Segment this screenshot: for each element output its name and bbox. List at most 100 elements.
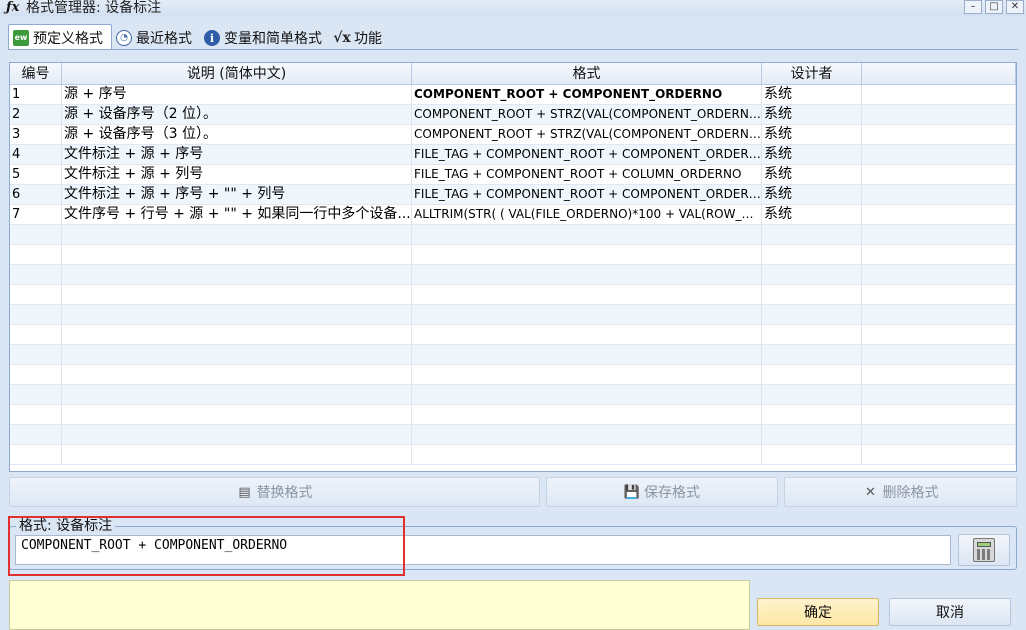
empty-cell — [412, 425, 762, 444]
table-row[interactable]: 2源 + 设备序号（2 位）。 COMPONENT_ROOT + STRZ(VAL… — [10, 105, 1016, 125]
empty-cell — [62, 285, 412, 304]
column-header-number[interactable]: 编号 — [10, 63, 62, 84]
window-controls: – □ ✕ — [964, 0, 1024, 14]
empty-cell — [762, 445, 862, 464]
empty-row — [10, 225, 1016, 245]
title-bar: ƒx 格式管理器: 设备标注 – □ ✕ — [0, 0, 1026, 16]
table-row[interactable]: 1源 + 序号 COMPONENT_ROOT + COMPONENT_ORDERN… — [10, 85, 1016, 105]
column-header-filler — [862, 63, 1016, 84]
empty-cell — [412, 265, 762, 284]
replace-format-button[interactable]: ▤ 替换格式 — [9, 477, 540, 507]
empty-cell — [10, 285, 62, 304]
tab-predefined[interactable]: ew 预定义格式 — [8, 24, 112, 50]
cell-description: 文件标注 + 源 + 序号 + "" + 列号 — [62, 185, 412, 204]
empty-cell — [62, 405, 412, 424]
table-row[interactable]: 7 文件序号 + 行号 + 源 + "" + 如果同一行中多个设备... ALLTR… — [10, 205, 1016, 225]
replace-icon: ▤ — [238, 484, 251, 500]
cell-number: 4 — [10, 145, 62, 164]
empty-cell — [10, 365, 62, 384]
empty-cell — [412, 245, 762, 264]
close-button[interactable]: ✕ — [1006, 0, 1024, 14]
cell-number: 7 — [10, 205, 62, 224]
empty-row — [10, 265, 1016, 285]
column-header-designer[interactable]: 设计者 — [762, 63, 862, 84]
empty-cell — [412, 325, 762, 344]
empty-cell — [62, 245, 412, 264]
empty-row — [10, 305, 1016, 325]
tab-label: 变量和简单格式 — [224, 31, 322, 47]
delete-format-label: 删除格式 — [882, 485, 939, 501]
empty-cell — [62, 325, 412, 344]
empty-row — [10, 365, 1016, 385]
format-grid[interactable]: 编号 说明 (简体中文) 格式 设计者 1源 + 序号 COMPONENT_ROO… — [9, 62, 1017, 472]
cell-format: FILE_TAG + COMPONENT_ROOT + COLUMN_ORDER… — [412, 165, 762, 184]
cell-description: 源 + 设备序号（3 位）。 — [62, 125, 412, 144]
tab-recent[interactable]: ◔ 最近格式 — [112, 26, 200, 50]
empty-cell — [412, 405, 762, 424]
empty-cell — [862, 225, 1016, 244]
maximize-button[interactable]: □ — [985, 0, 1003, 14]
empty-cell — [62, 445, 412, 464]
table-row[interactable]: 4 文件标注 + 源 + 序号 FILE_TAG + COMPONENT_ROOT … — [10, 145, 1016, 165]
empty-cell — [862, 405, 1016, 424]
empty-cell — [62, 345, 412, 364]
cell-filler — [862, 105, 1016, 124]
empty-cell — [862, 245, 1016, 264]
empty-row — [10, 445, 1016, 465]
cell-format: ALLTRIM(STR( ( VAL(FILE_ORDERNO)*100 + V… — [412, 205, 762, 224]
empty-cell — [412, 225, 762, 244]
table-row[interactable]: 3源 + 设备序号（3 位）。 COMPONENT_ROOT + STRZ(VAL… — [10, 125, 1016, 145]
cell-filler — [862, 205, 1016, 224]
tab-label: 最近格式 — [136, 31, 192, 47]
column-header-description[interactable]: 说明 (简体中文) — [62, 63, 412, 84]
empty-cell — [62, 425, 412, 444]
tab-variables[interactable]: i 变量和简单格式 — [200, 26, 330, 50]
save-format-button[interactable]: 💾 保存格式 — [546, 477, 778, 507]
delete-format-button[interactable]: ✕ 删除格式 — [784, 477, 1017, 507]
empty-cell — [62, 265, 412, 284]
cell-format: COMPONENT_ROOT + STRZ(VAL(COMPONENT_ORDE… — [412, 105, 762, 124]
minimize-button[interactable]: – — [964, 0, 982, 14]
column-header-format[interactable]: 格式 — [412, 63, 762, 84]
empty-cell — [762, 385, 862, 404]
table-row[interactable]: 5 文件标注 + 源 + 列号 FILE_TAG + COMPONENT_ROOT … — [10, 165, 1016, 185]
info-icon: i — [204, 30, 220, 46]
cell-number: 3 — [10, 125, 62, 144]
tab-functions[interactable]: √x 功能 — [330, 26, 390, 50]
predefined-icon: ew — [13, 29, 29, 46]
cell-format: FILE_TAG + COMPONENT_ROOT + COMPONENT_OR… — [412, 145, 762, 164]
empty-cell — [10, 445, 62, 464]
cell-designer: 系统 — [762, 165, 862, 184]
tab-label: 功能 — [354, 31, 382, 47]
cell-designer: 系统 — [762, 105, 862, 124]
empty-cell — [762, 245, 862, 264]
empty-cell — [10, 225, 62, 244]
empty-cell — [10, 245, 62, 264]
empty-cell — [762, 425, 862, 444]
grid-header: 编号 说明 (简体中文) 格式 设计者 — [10, 63, 1016, 85]
format-group: 格式: 设备标注 COMPONENT_ROOT + COMPONENT_ORDE… — [9, 517, 1017, 570]
empty-cell — [862, 325, 1016, 344]
empty-cell — [762, 265, 862, 284]
empty-row — [10, 245, 1016, 265]
format-group-legend: 格式: 设备标注 — [16, 517, 116, 535]
ok-button[interactable]: 确定 — [757, 598, 879, 626]
empty-cell — [762, 405, 862, 424]
empty-cell — [412, 365, 762, 384]
cancel-button[interactable]: 取消 — [889, 598, 1011, 626]
calculator-button[interactable] — [958, 534, 1010, 566]
empty-cell — [62, 365, 412, 384]
table-row[interactable]: 6 文件标注 + 源 + 序号 + "" + 列号 FILE_TAG + COMPO… — [10, 185, 1016, 205]
empty-row — [10, 325, 1016, 345]
cell-description: 文件序号 + 行号 + 源 + "" + 如果同一行中多个设备... — [64, 205, 412, 224]
cell-description: 文件标注 + 源 + 序号 — [62, 145, 412, 164]
empty-cell — [762, 325, 862, 344]
empty-cell — [862, 385, 1016, 404]
empty-cell — [412, 385, 762, 404]
empty-cell — [762, 365, 862, 384]
delete-icon: ✕ — [865, 484, 876, 500]
empty-cell — [762, 285, 862, 304]
format-input[interactable]: COMPONENT_ROOT + COMPONENT_ORDERNO — [15, 535, 951, 565]
empty-cell — [862, 265, 1016, 284]
empty-cell — [862, 365, 1016, 384]
